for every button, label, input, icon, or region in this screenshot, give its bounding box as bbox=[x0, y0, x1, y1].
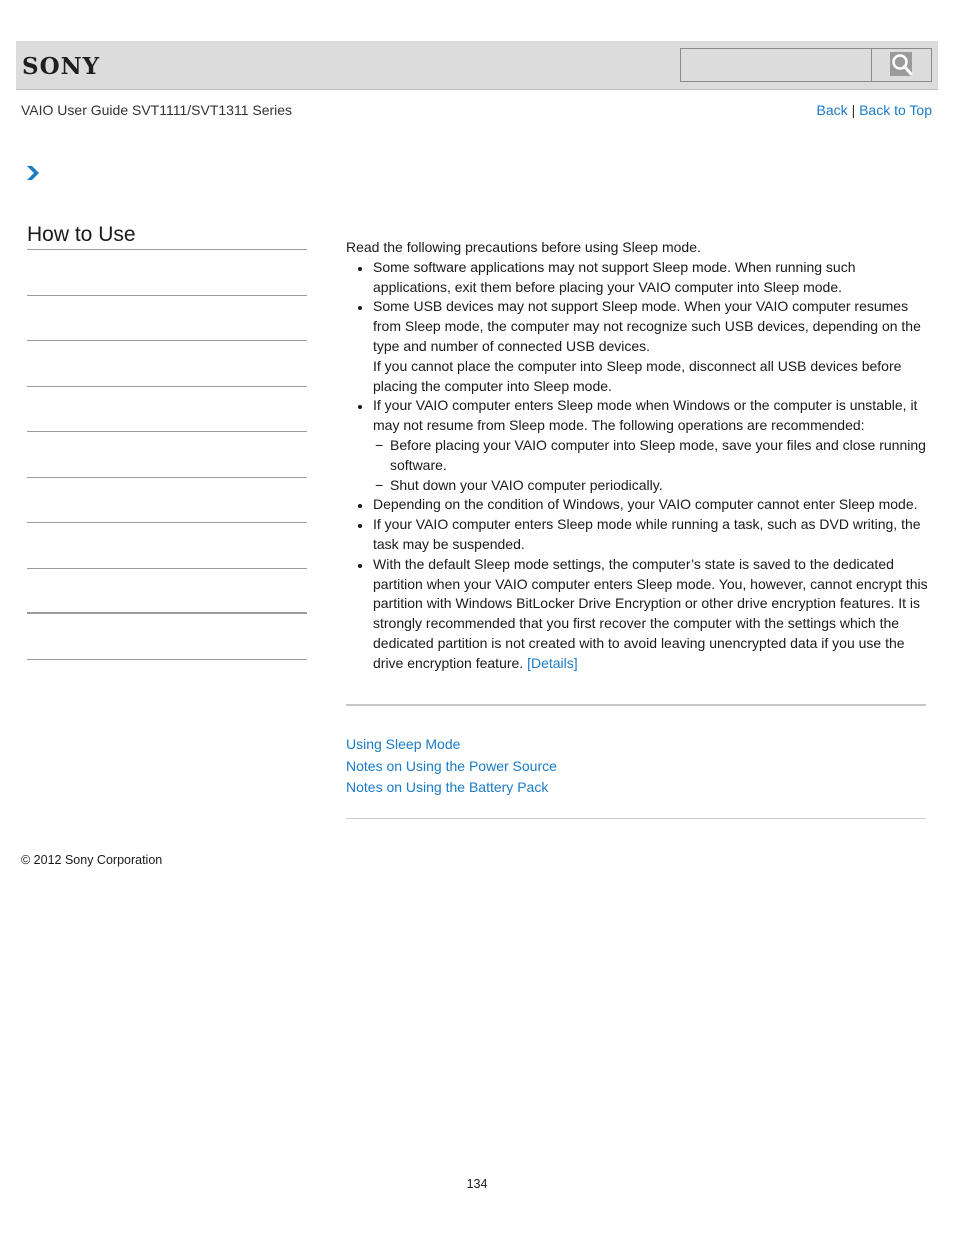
list-item: If your VAIO computer enters Sleep mode … bbox=[346, 515, 928, 555]
divider bbox=[346, 818, 926, 819]
back-to-top-link[interactable]: Back to Top bbox=[859, 102, 932, 118]
list-item: Some software applications may not suppo… bbox=[346, 258, 928, 298]
page-number: 134 bbox=[466, 1177, 488, 1191]
guide-title: VAIO User Guide SVT1111/SVT1311 Series bbox=[21, 102, 293, 118]
sidebar-title: How to Use bbox=[27, 222, 307, 250]
list-item: If your VAIO computer enters Sleep mode … bbox=[346, 396, 928, 495]
header-bar: SONY bbox=[16, 41, 938, 90]
related-link-battery-pack[interactable]: Notes on Using the Battery Pack bbox=[346, 777, 557, 799]
chevron-right-icon[interactable] bbox=[26, 165, 40, 181]
search-input[interactable] bbox=[681, 49, 872, 81]
related-links: Using Sleep Mode Notes on Using the Powe… bbox=[346, 734, 557, 799]
sub-list-item: Before placing your VAIO computer into S… bbox=[373, 436, 928, 476]
sidebar-item[interactable] bbox=[27, 569, 307, 614]
sidebar-item[interactable] bbox=[27, 387, 307, 432]
sidebar-item[interactable] bbox=[27, 614, 307, 660]
sidebar-item[interactable] bbox=[27, 523, 307, 569]
main-content: Read the following precautions before us… bbox=[346, 238, 928, 674]
precautions-list: Some software applications may not suppo… bbox=[346, 258, 928, 674]
top-links: Back | Back to Top bbox=[817, 102, 932, 118]
recommended-operations-list: Before placing your VAIO computer into S… bbox=[373, 436, 928, 495]
intro-text: Read the following precautions before us… bbox=[346, 239, 701, 255]
list-item-text: Some USB devices may not support Sleep m… bbox=[373, 298, 921, 354]
list-item: With the default Sleep mode settings, th… bbox=[346, 555, 928, 674]
link-separator: | bbox=[851, 102, 856, 118]
list-item-text: If your VAIO computer enters Sleep mode … bbox=[373, 516, 921, 552]
sidebar-item[interactable] bbox=[27, 432, 307, 478]
related-link-using-sleep-mode[interactable]: Using Sleep Mode bbox=[346, 734, 557, 756]
sidebar-item[interactable] bbox=[27, 341, 307, 387]
divider bbox=[346, 704, 926, 706]
list-item-text: Depending on the condition of Windows, y… bbox=[373, 496, 918, 513]
details-link[interactable]: [Details] bbox=[527, 655, 578, 671]
copyright: © 2012 Sony Corporation bbox=[21, 853, 163, 867]
sidebar-item[interactable] bbox=[27, 296, 307, 341]
sony-logo: SONY bbox=[22, 53, 101, 80]
list-item-text: If your VAIO computer enters Sleep mode … bbox=[373, 397, 918, 434]
sidebar-item[interactable] bbox=[27, 478, 307, 523]
list-item-text: With the default Sleep mode settings, th… bbox=[373, 555, 928, 671]
search-box bbox=[680, 48, 932, 82]
back-link[interactable]: Back bbox=[817, 102, 848, 118]
list-item: Depending on the condition of Windows, y… bbox=[346, 495, 928, 515]
sidebar-item[interactable] bbox=[27, 250, 307, 296]
sidebar: How to Use bbox=[27, 222, 307, 660]
list-item-note: If you cannot place the computer into Sl… bbox=[373, 357, 902, 394]
related-link-power-source[interactable]: Notes on Using the Power Source bbox=[346, 756, 557, 778]
search-button[interactable] bbox=[872, 49, 931, 81]
list-item-text: Some software applications may not suppo… bbox=[373, 258, 856, 295]
list-item: Some USB devices may not support Sleep m… bbox=[346, 297, 928, 396]
search-icon bbox=[889, 52, 912, 76]
sub-list-item: Shut down your VAIO computer periodicall… bbox=[373, 476, 928, 496]
